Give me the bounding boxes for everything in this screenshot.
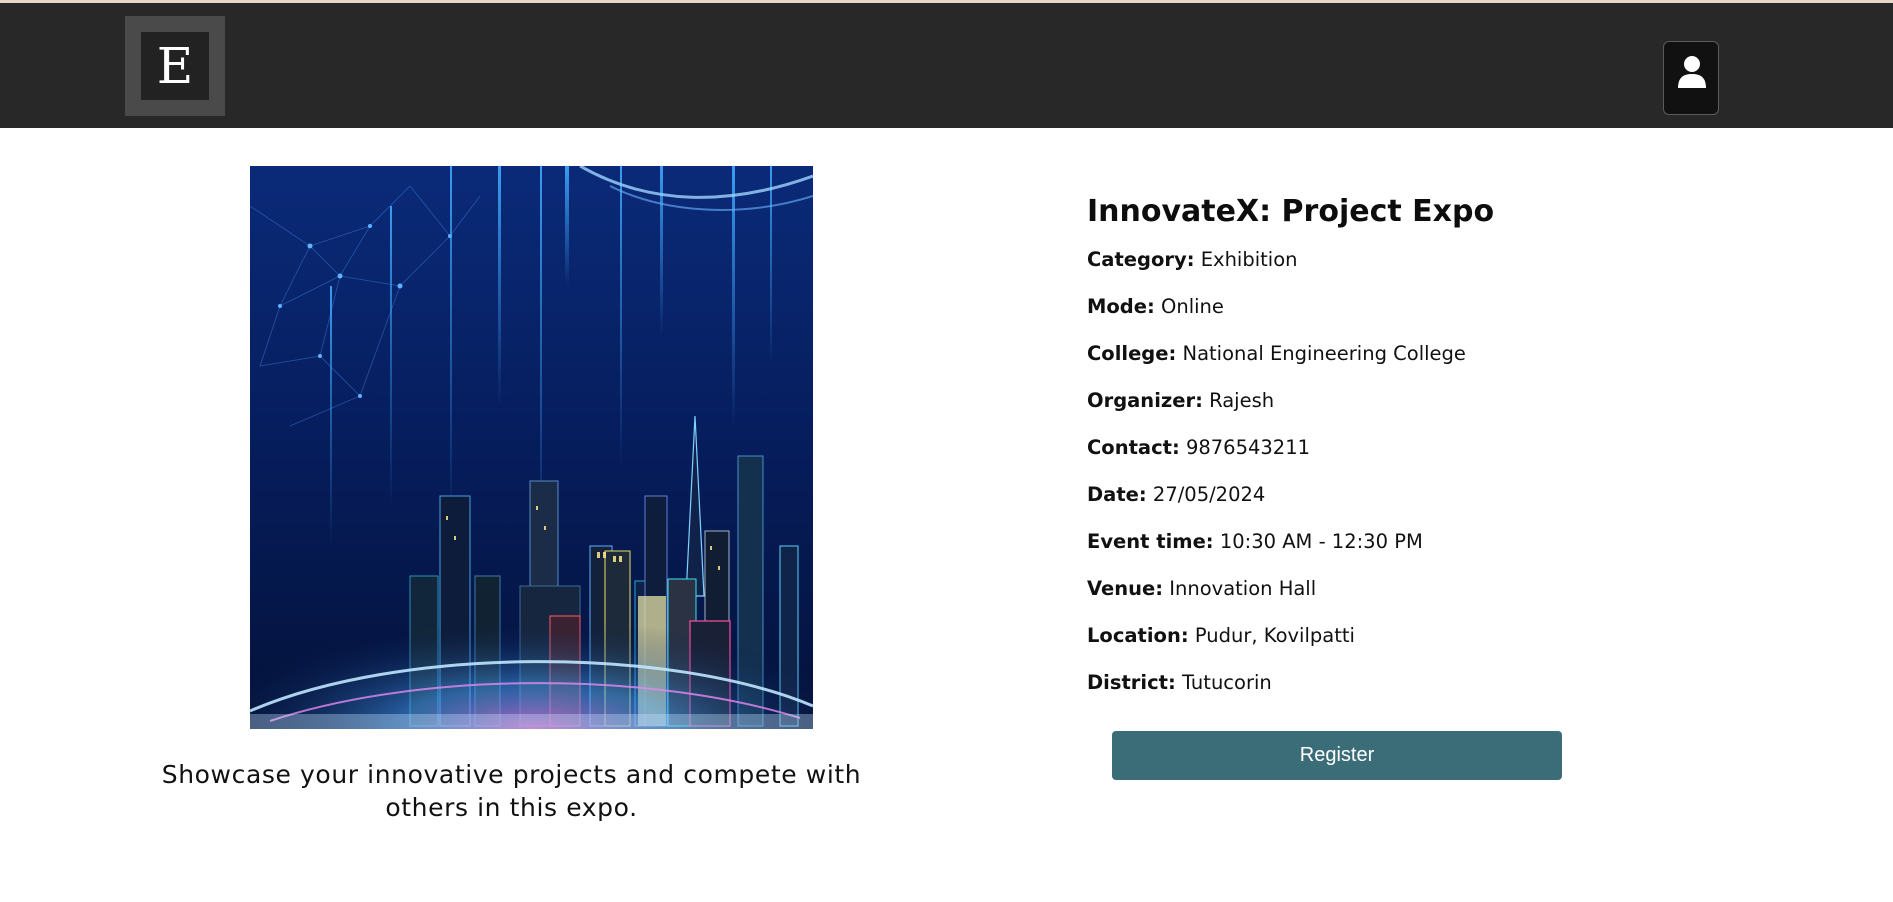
detail-date: Date: 27/05/2024 xyxy=(1087,471,1687,518)
detail-label: Venue: xyxy=(1087,577,1164,600)
detail-value: Innovation Hall xyxy=(1169,577,1317,600)
profile-button[interactable] xyxy=(1663,41,1719,115)
detail-label: District: xyxy=(1087,671,1176,694)
detail-value: Tutucorin xyxy=(1181,671,1272,694)
detail-contact: Contact: 9876543211 xyxy=(1087,424,1687,471)
detail-college: College: National Engineering College xyxy=(1087,330,1687,377)
detail-organizer: Organizer: Rajesh xyxy=(1087,377,1687,424)
detail-location: Location: Pudur, Kovilpatti xyxy=(1087,612,1687,659)
detail-value: 27/05/2024 xyxy=(1152,483,1266,506)
event-details: InnovateX: Project Expo Category: Exhibi… xyxy=(1087,188,1687,706)
detail-venue: Venue: Innovation Hall xyxy=(1087,565,1687,612)
event-description: Showcase your innovative projects and co… xyxy=(161,760,862,822)
detail-label: Mode: xyxy=(1087,295,1155,318)
detail-label: College: xyxy=(1087,342,1177,365)
detail-value: Pudur, Kovilpatti xyxy=(1194,624,1355,647)
event-poster-image xyxy=(250,166,813,729)
detail-event-time: Event time: 10:30 AM - 12:30 PM xyxy=(1087,518,1687,565)
detail-mode: Mode: Online xyxy=(1087,283,1687,330)
detail-value: National Engineering College xyxy=(1182,342,1466,365)
detail-label: Location: xyxy=(1087,624,1189,647)
event-title: InnovateX: Project Expo xyxy=(1087,194,1495,229)
detail-label: Organizer: xyxy=(1087,389,1203,412)
register-button[interactable]: Register xyxy=(1112,731,1562,780)
detail-category: Category: Exhibition xyxy=(1087,236,1687,283)
detail-value: 9876543211 xyxy=(1185,436,1311,459)
logo[interactable]: E xyxy=(125,16,225,116)
detail-label: Event time: xyxy=(1087,530,1214,553)
logo-letter: E xyxy=(141,32,209,100)
navbar: E xyxy=(0,3,1893,128)
detail-value: Rajesh xyxy=(1209,389,1275,412)
detail-value: 10:30 AM - 12:30 PM xyxy=(1219,530,1423,553)
detail-value: Exhibition xyxy=(1200,248,1298,271)
detail-label: Date: xyxy=(1087,483,1147,506)
detail-district: District: Tutucorin xyxy=(1087,659,1687,706)
detail-value: Online xyxy=(1161,295,1224,318)
detail-label: Contact: xyxy=(1087,436,1180,459)
detail-label: Category: xyxy=(1087,248,1195,271)
